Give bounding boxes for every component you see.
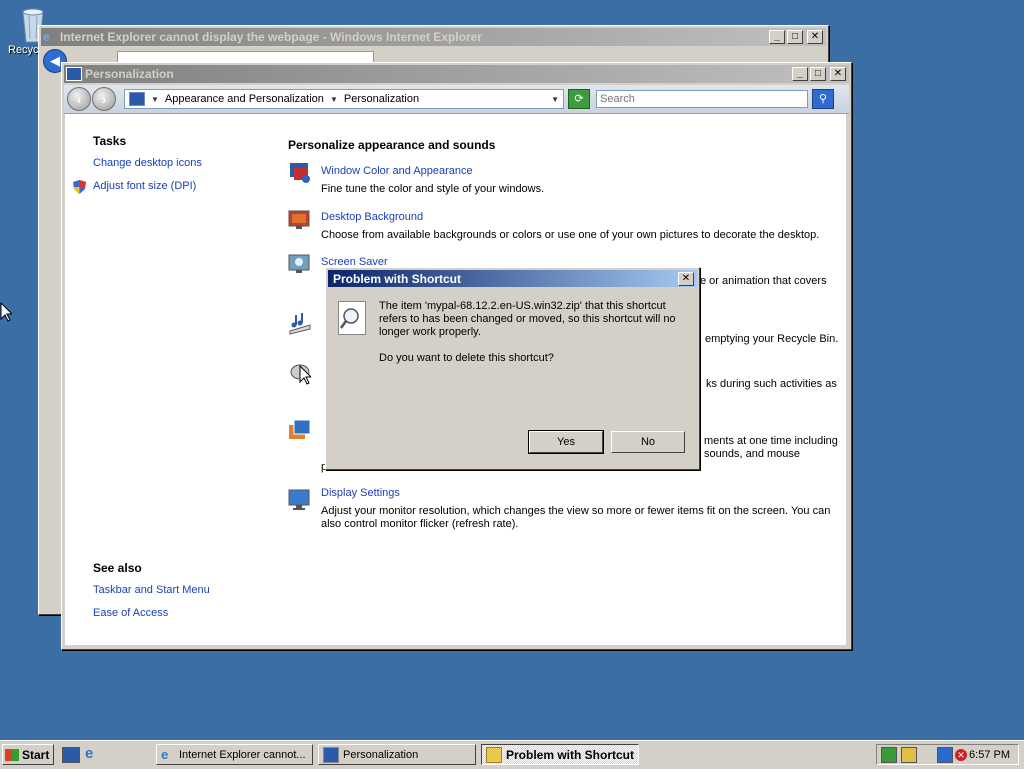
window-color-desc: Fine tune the color and style of your wi…: [321, 183, 545, 195]
security-icon[interactable]: [901, 746, 917, 763]
screen-saver-icon: [288, 253, 312, 277]
chevron-right-icon[interactable]: ▼: [330, 95, 338, 104]
minimize-button[interactable]: _: [792, 67, 808, 81]
volume-muted-icon[interactable]: ✕: [955, 748, 967, 761]
ie-icon: e: [161, 746, 169, 762]
shield-icon: [73, 180, 86, 194]
taskbar-item-ie[interactable]: e Internet Explorer cannot...: [156, 744, 313, 765]
control-panel-icon: [129, 92, 145, 106]
close-button[interactable]: ✕: [830, 67, 846, 81]
no-button[interactable]: No: [611, 431, 685, 453]
taskbar: Start e e Internet Explorer cannot... Pe…: [0, 740, 1024, 769]
system-tray: ✕ 6:57 PM: [876, 744, 1019, 765]
address-bar[interactable]: ▼ Appearance and Personalization ▼ Perso…: [124, 89, 564, 109]
taskbar-item-problem-shortcut[interactable]: Problem with Shortcut: [481, 744, 639, 765]
minimize-button[interactable]: _: [769, 30, 785, 44]
personalization-icon: [323, 746, 339, 763]
theme-icon: [288, 418, 312, 442]
taskbar-item-label: Personalization: [343, 748, 419, 761]
theme-desc-1: ments at one time including: [704, 435, 838, 447]
mouse-cursor-icon: [0, 301, 14, 325]
dialog-title: Problem with Shortcut: [333, 271, 462, 286]
sounds-desc: emptying your Recycle Bin.: [705, 333, 839, 345]
change-desktop-icons-link[interactable]: Change desktop icons: [93, 157, 202, 169]
window-color-link[interactable]: Window Color and Appearance: [321, 165, 473, 177]
yes-button[interactable]: Yes: [528, 430, 604, 454]
window-color-icon: [288, 160, 312, 184]
see-also-heading: See also: [93, 561, 142, 575]
folder-icon: [486, 746, 502, 763]
mouse-cursor-icon: [299, 364, 313, 388]
close-button[interactable]: ✕: [678, 271, 694, 286]
ie-titlebar[interactable]: e Internet Explorer cannot display the w…: [41, 28, 826, 46]
ie-quicklaunch-icon[interactable]: e: [85, 746, 101, 762]
windows-logo-icon: [5, 748, 19, 761]
search-document-icon: [338, 301, 366, 335]
adjust-font-size-link[interactable]: Adjust font size (DPI): [93, 180, 196, 192]
forward-arrow-icon[interactable]: ›: [92, 87, 116, 111]
maximize-button[interactable]: □: [810, 67, 826, 81]
screen-saver-desc: e or animation that covers: [700, 275, 827, 287]
network-disconnected-icon[interactable]: [937, 746, 953, 763]
chevron-right-icon[interactable]: ▼: [151, 95, 159, 104]
show-desktop-icon[interactable]: [62, 747, 80, 763]
search-icon[interactable]: ⚲: [812, 89, 834, 109]
tasks-heading: Tasks: [93, 134, 127, 148]
breadcrumb-personalization[interactable]: Personalization: [338, 93, 425, 105]
mouse-pointers-desc: ks during such activities as: [706, 378, 837, 390]
navigation-bar: ‹ › ▼ Appearance and Personalization ▼ P…: [64, 85, 849, 114]
breadcrumb-appearance[interactable]: Appearance and Personalization: [159, 93, 330, 105]
display-settings-link[interactable]: Display Settings: [321, 487, 400, 499]
personalization-titlebar[interactable]: Personalization _ □ ✕: [64, 65, 849, 83]
start-button[interactable]: Start: [2, 744, 54, 765]
back-arrow-icon[interactable]: ‹: [67, 87, 91, 111]
desktop-background-desc: Choose from available backgrounds or col…: [321, 229, 820, 241]
network-icon[interactable]: [881, 746, 897, 763]
refresh-icon[interactable]: ⟳: [568, 89, 590, 109]
problem-shortcut-dialog[interactable]: Problem with Shortcut ✕ The item 'mypal-…: [325, 267, 700, 470]
theme-desc-2: sounds, and mouse: [704, 448, 801, 460]
sounds-icon: [288, 311, 312, 335]
start-label: Start: [22, 747, 50, 762]
taskbar-item-personalization[interactable]: Personalization: [318, 744, 476, 765]
clock[interactable]: 6:57 PM: [969, 749, 1010, 761]
taskbar-item-label: Problem with Shortcut: [506, 747, 635, 762]
maximize-button[interactable]: □: [787, 30, 803, 44]
ease-of-access-link[interactable]: Ease of Access: [93, 607, 168, 619]
dialog-message-area: The item 'mypal-68.12.2.en-US.win32.zip'…: [379, 300, 679, 365]
dialog-question: Do you want to delete this shortcut?: [379, 352, 554, 364]
main-heading: Personalize appearance and sounds: [288, 138, 496, 152]
taskbar-start-menu-link[interactable]: Taskbar and Start Menu: [93, 584, 210, 596]
personalization-window-icon: [66, 67, 82, 81]
display-settings-icon: [288, 488, 312, 512]
dialog-message: The item 'mypal-68.12.2.en-US.win32.zip'…: [379, 300, 676, 338]
chevron-down-icon[interactable]: ▼: [551, 95, 559, 104]
display-settings-desc: Adjust your monitor resolution, which ch…: [321, 505, 831, 530]
ie-title: Internet Explorer cannot display the web…: [60, 30, 482, 44]
close-button[interactable]: ✕: [807, 30, 823, 44]
personalization-title: Personalization: [85, 67, 174, 81]
ie-icon: e: [43, 30, 50, 44]
desktop-background-link[interactable]: Desktop Background: [321, 211, 423, 223]
search-input[interactable]: [596, 90, 808, 108]
dialog-titlebar[interactable]: Problem with Shortcut ✕: [328, 270, 697, 287]
desktop-background-icon: [288, 208, 312, 232]
taskbar-item-label: Internet Explorer cannot...: [179, 748, 306, 761]
